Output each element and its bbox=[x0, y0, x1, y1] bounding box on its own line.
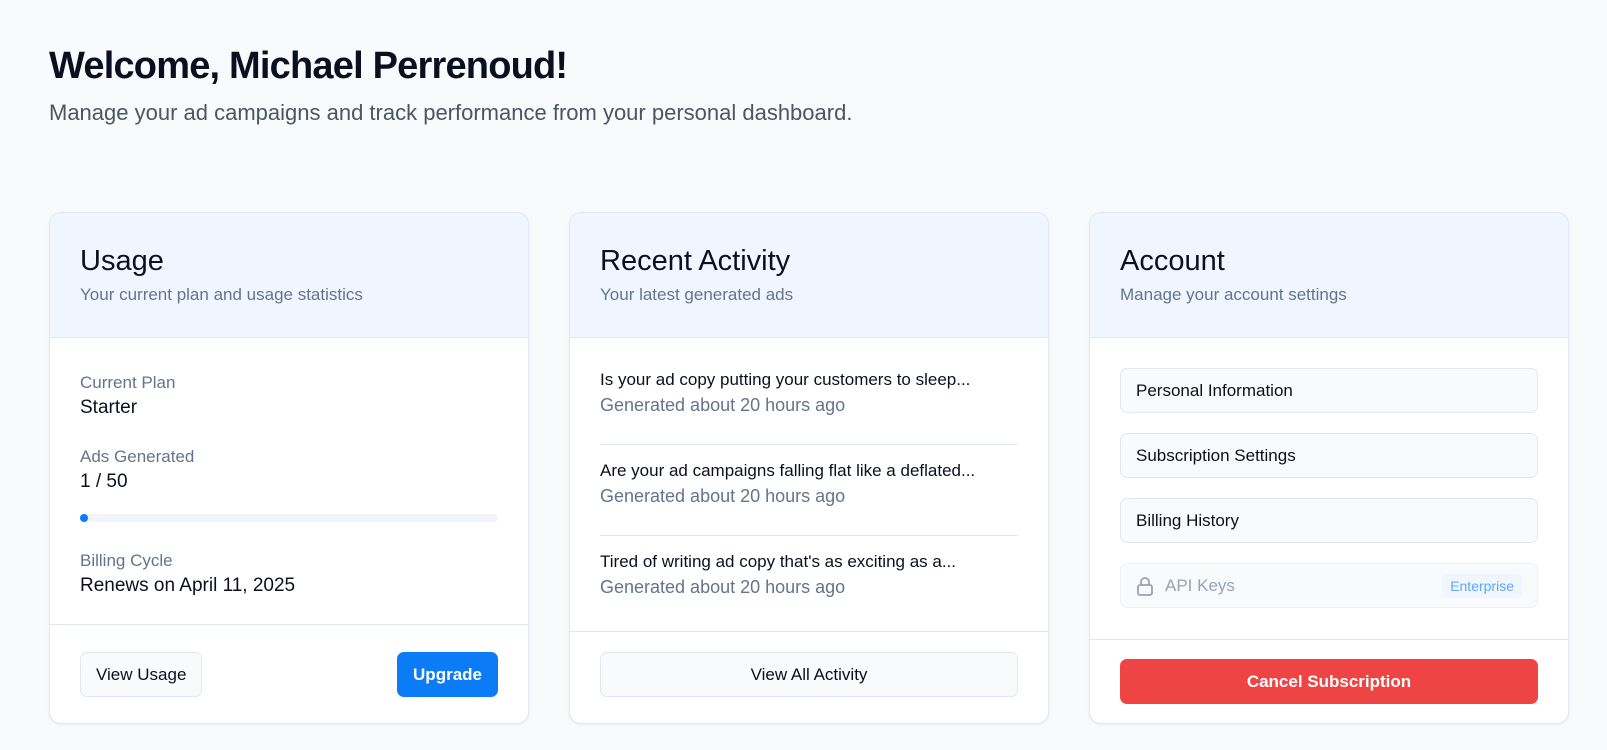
ads-generated-value: 1 / 50 bbox=[80, 471, 128, 492]
page-subtitle: Manage your ad campaigns and track perfo… bbox=[49, 100, 853, 125]
activity-item[interactable]: Are your ad campaigns falling flat like … bbox=[600, 445, 1018, 536]
account-card-description: Manage your account settings bbox=[1120, 285, 1347, 304]
api-keys-label: API Keys bbox=[1165, 575, 1235, 595]
page-header: Welcome, Michael Perrenoud! Manage your … bbox=[49, 42, 852, 128]
activity-card-description: Your latest generated ads bbox=[600, 285, 794, 304]
lock-icon bbox=[1136, 576, 1154, 596]
ads-progress-bar bbox=[80, 514, 498, 522]
billing-cycle-value: Renews on April 11, 2025 bbox=[80, 575, 296, 596]
activity-card-title: Recent Activity bbox=[600, 245, 791, 277]
account-card-title: Account bbox=[1120, 245, 1225, 277]
usage-card-header: Usage Your current plan and usage statis… bbox=[50, 213, 528, 338]
view-usage-button[interactable]: View Usage bbox=[80, 651, 203, 697]
account-card: Account Manage your account settings Per… bbox=[1089, 212, 1569, 724]
activity-list: Is your ad copy putting your customers t… bbox=[570, 338, 1048, 632]
activity-item-time: Generated about 20 hours ago bbox=[600, 486, 846, 506]
activity-card-header: Recent Activity Your latest generated ad… bbox=[570, 213, 1048, 338]
current-plan-value: Starter bbox=[80, 397, 138, 418]
upgrade-button[interactable]: Upgrade bbox=[397, 651, 498, 697]
recent-activity-card: Recent Activity Your latest generated ad… bbox=[569, 212, 1049, 724]
activity-item[interactable]: Tired of writing ad copy that's as excit… bbox=[600, 536, 1018, 627]
subscription-settings-button[interactable]: Subscription Settings bbox=[1120, 433, 1538, 478]
activity-card-footer: View All Activity bbox=[570, 632, 1048, 717]
account-item-label: Personal Information bbox=[1136, 380, 1293, 400]
account-card-header: Account Manage your account settings bbox=[1090, 213, 1568, 338]
usage-card: Usage Your current plan and usage statis… bbox=[49, 212, 529, 724]
usage-card-description: Your current plan and usage statistics bbox=[80, 285, 363, 304]
activity-item-time: Generated about 20 hours ago bbox=[600, 577, 846, 597]
activity-item-time: Generated about 20 hours ago bbox=[600, 395, 846, 415]
billing-cycle-label: Billing Cycle bbox=[80, 551, 173, 570]
cancel-subscription-button[interactable]: Cancel Subscription bbox=[1120, 659, 1538, 704]
account-card-footer: Cancel Subscription bbox=[1090, 640, 1568, 723]
dashboard-page: Welcome, Michael Perrenoud! Manage your … bbox=[0, 0, 1607, 750]
activity-item[interactable]: Is your ad copy putting your customers t… bbox=[600, 354, 1018, 445]
ads-generated-label: Ads Generated bbox=[80, 447, 195, 466]
personal-information-button[interactable]: Personal Information bbox=[1120, 368, 1538, 413]
usage-card-footer: View Usage Upgrade bbox=[50, 625, 528, 723]
account-item-label: Billing History bbox=[1136, 510, 1239, 530]
billing-history-button[interactable]: Billing History bbox=[1120, 498, 1538, 543]
ads-progress-fill bbox=[80, 514, 89, 522]
activity-item-title: Tired of writing ad copy that's as excit… bbox=[600, 552, 957, 571]
enterprise-badge: Enterprise bbox=[1442, 573, 1522, 598]
activity-item-title: Are your ad campaigns falling flat like … bbox=[600, 461, 976, 480]
account-card-body: Personal Information Subscription Settin… bbox=[1090, 338, 1568, 640]
activity-item-title: Is your ad copy putting your customers t… bbox=[600, 370, 971, 389]
view-all-activity-button[interactable]: View All Activity bbox=[600, 652, 1018, 697]
usage-card-title: Usage bbox=[80, 245, 164, 277]
current-plan-label: Current Plan bbox=[80, 373, 176, 392]
usage-card-body: Current Plan Starter Ads Generated 1 / 5… bbox=[50, 338, 528, 625]
page-title: Welcome, Michael Perrenoud! bbox=[49, 45, 568, 87]
account-item-label: Subscription Settings bbox=[1136, 445, 1296, 465]
api-keys-button: API Keys Enterprise bbox=[1120, 563, 1538, 608]
